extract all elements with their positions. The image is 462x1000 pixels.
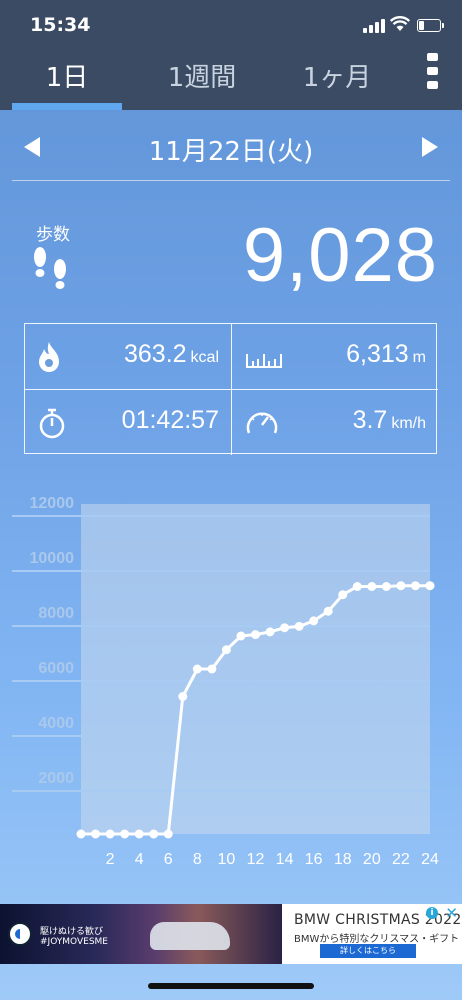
duration-value: 01:42:57 (121, 406, 219, 434)
tab-week[interactable]: 1週間 (142, 58, 262, 98)
data-point (178, 692, 188, 701)
y-tick-label: 4000 (38, 715, 74, 732)
x-tick-label: 24 (421, 851, 439, 868)
calories-unit: kcal (190, 349, 219, 366)
data-point (221, 645, 231, 655)
distance-unit: m (412, 349, 426, 366)
data-point (280, 623, 290, 633)
app-header: 15:34 1日 1週間 1ヶ月 (0, 0, 462, 110)
y-tick-label: 12000 (30, 495, 75, 512)
data-point (91, 829, 101, 839)
x-tick-label: 8 (193, 851, 202, 868)
ruler-icon (246, 354, 282, 368)
data-point (425, 581, 435, 591)
data-point (76, 829, 86, 839)
data-point (120, 829, 130, 839)
steps-count: 9,028 (242, 213, 438, 298)
status-time: 15:34 (30, 14, 91, 36)
divider (12, 180, 450, 181)
calories-value: 363.2 (123, 340, 187, 368)
calories-cell: 363.2 kcal (25, 324, 231, 389)
ad-tagline: 駆けぬける歓び (40, 927, 104, 937)
x-tick-label: 6 (164, 851, 173, 868)
x-tick-label: 20 (363, 851, 381, 868)
tab-month[interactable]: 1ヶ月 (282, 58, 392, 98)
data-point (265, 627, 275, 637)
duration-cell: 01:42:57 (25, 390, 231, 455)
ad-banner[interactable]: 駆けぬける歓び #JOYMOVESME BMW CHRISTMAS 2022 B… (0, 904, 462, 964)
data-point (367, 582, 377, 591)
data-point (309, 616, 319, 626)
ad-subtitle: BMWから特別なクリスマス・ギフト (294, 934, 460, 945)
bmw-logo (8, 922, 32, 946)
x-tick-label: 2 (106, 851, 115, 868)
fire-icon (39, 342, 59, 372)
data-point (338, 590, 348, 600)
y-tick-label: 10000 (30, 550, 75, 567)
x-tick-label: 14 (276, 851, 294, 868)
ad-hashtag: #JOYMOVESME (40, 937, 108, 947)
car-image (150, 922, 230, 950)
chart-plot-area (81, 504, 430, 834)
data-point (207, 664, 217, 674)
y-tick-label: 2000 (38, 770, 74, 787)
distance-value: 6,313 (346, 340, 409, 368)
date-navigator: 11月22日(火) (0, 125, 462, 173)
status-bar: 15:34 (0, 0, 462, 50)
data-point (410, 581, 420, 591)
active-tab-indicator (12, 103, 122, 110)
data-point (352, 582, 362, 591)
distance-cell: 6,313 m (232, 324, 438, 389)
current-date: 11月22日(火) (148, 137, 314, 167)
data-point (149, 829, 159, 839)
next-day-arrow-icon[interactable] (422, 137, 438, 157)
data-point (163, 829, 173, 839)
y-tick-label: 8000 (38, 605, 74, 622)
more-menu-icon[interactable] (427, 53, 439, 89)
steps-label: 歩数 (36, 225, 70, 245)
x-tick-label: 16 (305, 851, 323, 868)
x-tick-label: 22 (392, 851, 410, 868)
x-tick-label: 18 (334, 851, 352, 868)
data-point (323, 606, 333, 616)
wifi-icon (390, 16, 410, 31)
x-tick-label: 10 (218, 851, 236, 868)
data-point (105, 829, 115, 839)
ad-cta-button[interactable]: 詳しくはこちら (320, 944, 416, 958)
data-point (294, 621, 304, 631)
stopwatch-icon (39, 408, 65, 439)
speedometer-icon (246, 412, 278, 434)
data-point (381, 582, 391, 591)
data-point (134, 829, 144, 839)
footprints-icon (34, 247, 66, 289)
data-point (396, 581, 406, 591)
battery-icon (417, 19, 441, 32)
ad-image[interactable]: 駆けぬける歓び #JOYMOVESME (0, 904, 282, 964)
y-tick-label: 6000 (38, 660, 74, 677)
speed-cell: 3.7 km/h (232, 390, 438, 455)
data-point (236, 631, 246, 641)
home-indicator (148, 983, 314, 989)
ad-close-icon[interactable]: ✕ (445, 904, 458, 922)
ad-info-icon[interactable]: i (426, 907, 438, 919)
data-point (192, 664, 202, 674)
x-tick-label: 4 (135, 851, 144, 868)
signal-icon (363, 19, 385, 33)
tab-day[interactable]: 1日 (12, 58, 122, 98)
steps-chart: 200040006000800010000120002 4 6 8 10 12 14 16 18… (12, 495, 439, 868)
ad-text-panel[interactable]: BMW CHRISTMAS 2022 BMWから特別なクリスマス・ギフト 詳しく… (282, 904, 462, 964)
x-tick-label: 12 (247, 851, 265, 868)
data-point (251, 630, 260, 640)
stats-grid: 363.2 kcal 6,313 m 01:42:57 3.7 km/h (24, 323, 438, 455)
speed-value: 3.7 (352, 406, 388, 434)
speed-unit: km/h (391, 415, 426, 432)
